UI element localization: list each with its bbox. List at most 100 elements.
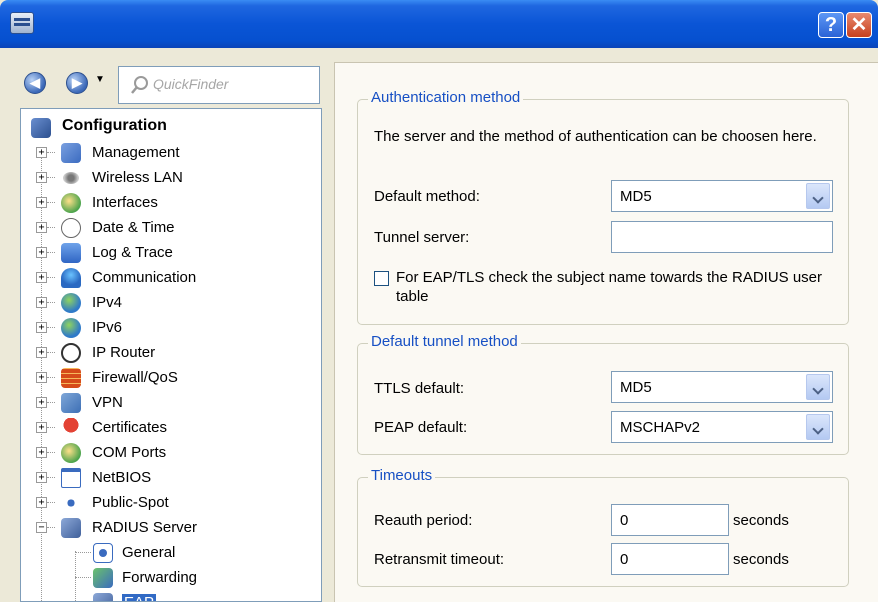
authentication-method-group: Authentication method The server and the… [357,89,849,325]
tree-item-label: IPv4 [92,294,123,311]
tree-item-com-ports[interactable]: + COM Ports [21,440,321,465]
tree-item-ip-router[interactable]: + IP Router [21,340,321,365]
tree-item-label: Certificates [92,419,168,436]
configuration-icon [31,118,51,138]
expand-icon[interactable]: + [36,272,47,283]
default-method-select[interactable]: MD5 [611,180,833,212]
tree-item-label: Firewall/QoS [92,369,178,386]
group-legend: Timeouts [368,467,436,484]
tree-item-general[interactable]: General [21,540,321,565]
tree-item-management[interactable]: + Management [21,140,321,165]
collapse-icon[interactable]: − [36,522,47,533]
tree-item-label: Public-Spot [92,494,169,511]
expand-icon[interactable]: + [36,397,47,408]
selected-value: MD5 [620,188,652,205]
reauth-unit: seconds [733,512,789,529]
tunnel-server-label: Tunnel server: [374,229,470,246]
tree-item-configuration[interactable]: Configuration [21,115,321,140]
tree-item-log-trace[interactable]: + Log & Trace [21,240,321,265]
default-method-label: Default method: [374,188,480,205]
eap-icon [93,593,113,601]
expand-icon[interactable]: + [36,197,47,208]
tree-item-forwarding[interactable]: Forwarding [21,565,321,590]
clock-icon [61,218,81,238]
tree-item-date-time[interactable]: + Date & Time [21,215,321,240]
tree-item-label: Forwarding [122,569,198,586]
expand-icon[interactable]: + [36,472,47,483]
firewall-icon [61,368,81,388]
tree-item-netbios[interactable]: + NetBIOS [21,465,321,490]
help-button[interactable]: ? [818,12,844,38]
search-icon [131,76,148,94]
title-bar: ? ✕ [0,0,878,48]
tree-item-label: Log & Trace [92,244,173,261]
router-icon [61,343,81,363]
tree-item-interfaces[interactable]: + Interfaces [21,190,321,215]
ttls-default-select[interactable]: MD5 [611,371,833,403]
tree-item-firewall-qos[interactable]: + Firewall/QoS [21,365,321,390]
tree-item-label: VPN [92,394,123,411]
tree-item-ipv4[interactable]: + IPv4 [21,290,321,315]
tree-item-label: Date & Time [92,219,175,236]
navigation-toolbar: ◀ ▶ ▼ QuickFinder [0,56,330,106]
peap-default-label: PEAP default: [374,419,468,436]
tree-item-eap[interactable]: EAP [21,590,321,601]
tree-item-label: COM Ports [92,444,167,461]
group-legend: Authentication method [368,89,524,106]
tree-item-public-spot[interactable]: + Public-Spot [21,490,321,515]
vpn-icon [61,393,81,413]
app-window-icon[interactable] [10,12,34,34]
default-tunnel-method-group: Default tunnel method TTLS default: MD5 … [357,333,849,455]
tree-item-label: EAP [122,594,157,601]
netbios-icon [61,468,81,488]
ipv4-icon [61,293,81,313]
expand-icon[interactable]: + [36,422,47,433]
tree-item-ipv6[interactable]: + IPv6 [21,315,321,340]
chevron-down-icon[interactable] [806,183,830,209]
expand-icon[interactable]: + [36,222,47,233]
quickfinder-input[interactable]: QuickFinder [118,66,320,104]
expand-icon[interactable]: + [36,247,47,258]
expand-icon[interactable]: + [36,147,47,158]
interfaces-icon [61,193,81,213]
ttls-default-label: TTLS default: [374,380,465,397]
forwarding-icon [93,568,113,588]
quickfinder-placeholder: QuickFinder [153,76,229,92]
tree-item-label: RADIUS Server [92,519,198,536]
expand-icon[interactable]: + [36,497,47,508]
expand-icon[interactable]: + [36,297,47,308]
retransmit-timeout-label: Retransmit timeout: [374,551,505,568]
tree-item-certificates[interactable]: + Certificates [21,415,321,440]
input-value: 0 [620,551,629,568]
tree-item-radius-server[interactable]: − RADIUS Server [21,515,321,540]
peap-default-select[interactable]: MSCHAPv2 [611,411,833,443]
expand-icon[interactable]: + [36,447,47,458]
tree-item-wireless-lan[interactable]: + Wireless LAN [21,165,321,190]
forward-arrow-icon[interactable]: ▶ [66,72,88,94]
timeouts-group: Timeouts Reauth period: 0 seconds Retran… [357,467,849,587]
expand-icon[interactable]: + [36,372,47,383]
tree-item-label: IPv6 [92,319,123,336]
settings-panel: Authentication method The server and the… [334,62,878,602]
public-spot-icon [61,493,81,513]
reauth-period-input[interactable]: 0 [611,504,729,536]
history-dropdown-icon[interactable]: ▼ [95,74,105,85]
close-button[interactable]: ✕ [846,12,872,38]
chevron-down-icon[interactable] [806,414,830,440]
tree-item-label: IP Router [92,344,156,361]
expand-icon[interactable]: + [36,172,47,183]
expand-icon[interactable]: + [36,322,47,333]
expand-icon[interactable]: + [36,347,47,358]
chevron-down-icon[interactable] [806,374,830,400]
certificate-icon [61,418,81,438]
tree-item-communication[interactable]: + Communication [21,265,321,290]
tree-item-vpn[interactable]: + VPN [21,390,321,415]
input-value: 0 [620,512,629,529]
configuration-tree[interactable]: Configuration + Management + Wireless LA… [20,108,322,602]
tree-item-label: Interfaces [92,194,158,211]
tunnel-server-input[interactable] [611,221,833,253]
eap-tls-check-checkbox[interactable] [374,271,389,286]
tree-item-label: General [122,544,176,561]
retransmit-timeout-input[interactable]: 0 [611,543,729,575]
back-arrow-icon[interactable]: ◀ [24,72,46,94]
